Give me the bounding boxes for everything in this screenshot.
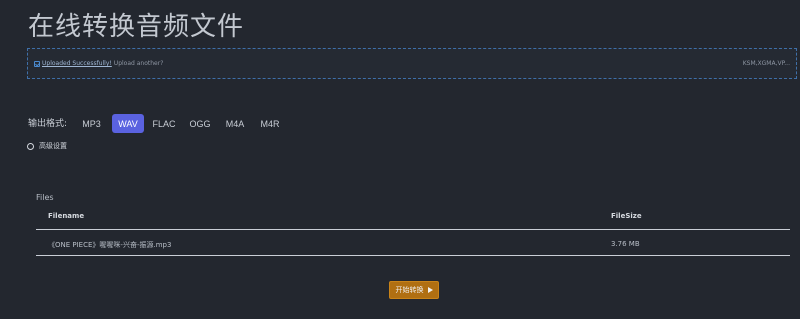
filename-column-header: Filename bbox=[48, 212, 85, 220]
format-option-wav[interactable]: WAV bbox=[112, 114, 144, 133]
page-title: 在线转换音频文件 bbox=[28, 12, 245, 42]
filesize-column-header: FileSize bbox=[611, 212, 642, 220]
radio-icon[interactable] bbox=[27, 142, 34, 150]
table-row: 《ONE PIECE》喔喔咪-兴奋-振源.mp3 3.76 MB bbox=[36, 230, 790, 256]
file-size-cell: 3.76 MB bbox=[611, 240, 640, 248]
upload-status: Uploaded Successfully! Upload another? bbox=[34, 60, 163, 67]
upload-dropzone[interactable]: Uploaded Successfully! Upload another? K… bbox=[27, 48, 797, 79]
supported-formats-hint: KSM,XGMA,VP... bbox=[742, 60, 790, 67]
format-option-flac[interactable]: FLAC bbox=[148, 114, 180, 133]
check-icon bbox=[34, 60, 40, 67]
format-option-m4a[interactable]: M4A bbox=[220, 114, 250, 133]
output-format-label: 输出格式: bbox=[28, 119, 68, 129]
start-convert-label: 开始转换 bbox=[395, 286, 424, 294]
start-convert-button[interactable]: 开始转换 bbox=[389, 281, 439, 299]
table-header-row: Filename FileSize bbox=[36, 208, 790, 230]
play-icon bbox=[427, 287, 433, 293]
advanced-settings-toggle[interactable]: 高级设置 bbox=[27, 141, 67, 151]
format-option-m4r[interactable]: M4R bbox=[255, 114, 285, 133]
files-heading: Files bbox=[36, 193, 54, 202]
uploaded-successfully-link[interactable]: Uploaded Successfully! bbox=[42, 60, 112, 67]
files-table: Filename FileSize 《ONE PIECE》喔喔咪-兴奋-振源.m… bbox=[36, 208, 790, 256]
format-option-mp3[interactable]: MP3 bbox=[75, 114, 108, 133]
file-name-cell: 《ONE PIECE》喔喔咪-兴奋-振源.mp3 bbox=[48, 241, 172, 249]
advanced-settings-label: 高级设置 bbox=[39, 142, 67, 150]
format-option-ogg[interactable]: OGG bbox=[184, 114, 216, 133]
upload-another-link[interactable]: Upload another? bbox=[114, 60, 164, 67]
